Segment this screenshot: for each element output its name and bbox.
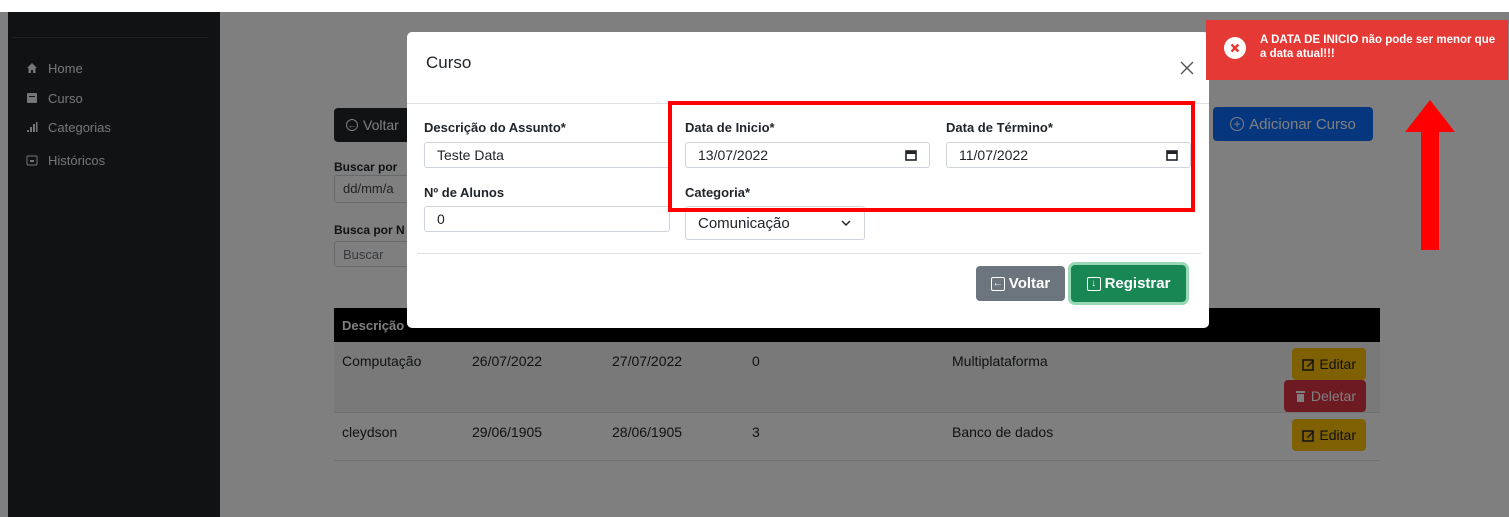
alunos-value: 0: [437, 211, 445, 227]
descricao-field[interactable]: Teste Data: [424, 142, 670, 168]
alunos-label: Nº de Alunos: [424, 185, 505, 200]
error-toast[interactable]: A DATA DE INICIO não pode ser menor que …: [1206, 20, 1508, 80]
modal-footer-divider: [417, 253, 1201, 254]
voltar-button[interactable]: ← Voltar: [976, 266, 1065, 301]
error-icon: [1224, 37, 1246, 59]
toast-message: A DATA DE INICIO não pode ser menor que …: [1260, 34, 1496, 60]
download-icon: ↓: [1086, 276, 1101, 291]
registrar-label: Registrar: [1104, 275, 1171, 292]
categoria-value: Comunicação: [698, 214, 790, 232]
arrow-left-icon: ←: [990, 276, 1005, 291]
chevron-down-icon: [841, 220, 851, 227]
registrar-button[interactable]: ↓ Registrar: [1071, 265, 1186, 302]
modal-header: Curso: [407, 32, 1209, 104]
descricao-value: Teste Data: [437, 147, 504, 163]
close-icon[interactable]: [1179, 60, 1195, 76]
modal-title: Curso: [426, 53, 472, 72]
descricao-label: Descrição do Assunto*: [424, 120, 566, 135]
arrow-up-icon: [1405, 100, 1455, 250]
alunos-field[interactable]: 0: [424, 206, 670, 232]
voltar-label: Voltar: [1008, 275, 1051, 292]
date-fields-highlight: [668, 101, 1195, 212]
top-strip: [0, 0, 1509, 12]
